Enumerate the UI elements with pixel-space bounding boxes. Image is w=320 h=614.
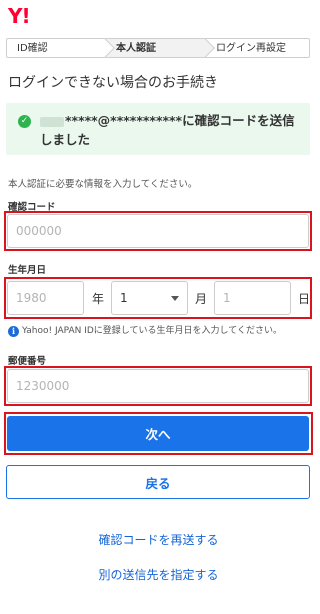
resend-code-link[interactable]: 確認コードを再送する [0, 531, 317, 548]
birth-month-select[interactable]: 1 [111, 281, 188, 315]
step-login-reset: ログイン再設定 [206, 38, 310, 58]
form-description: 本人認証に必要な情報を入力してください。 [8, 179, 198, 190]
birth-day-input[interactable] [214, 281, 291, 315]
next-button[interactable]: 次へ [7, 416, 309, 451]
masked-email-prefix [40, 116, 64, 127]
page-title: ログインできない場合のお手続き [8, 75, 218, 91]
postal-label: 郵便番号 [8, 356, 47, 367]
info-icon: i [8, 326, 19, 337]
birthdate-hint-text: Yahoo! JAPAN IDに登録している生年月日を入力してください。 [22, 326, 282, 336]
step-identity-verification: 本人認証 [106, 38, 215, 58]
caret-down-icon [171, 296, 179, 301]
notice-message: *****@***********に確認コードを送信しました [40, 113, 295, 147]
code-input[interactable] [7, 214, 309, 248]
birth-year-input[interactable] [7, 281, 84, 315]
step-id-confirm: ID確認 [6, 38, 115, 58]
step-label: 本人認証 [116, 43, 156, 54]
step-label: ログイン再設定 [216, 43, 286, 54]
yahoo-logo[interactable]: Y! [8, 6, 31, 26]
month-selected-value: 1 [120, 291, 128, 305]
check-circle-icon: ✓ [18, 115, 31, 128]
year-unit: 年 [92, 292, 105, 306]
month-unit: 月 [195, 292, 208, 306]
success-notice: ✓ *****@***********に確認コードを送信しました [6, 103, 310, 155]
postal-code-input[interactable] [7, 369, 309, 403]
progress-steps: ID確認 本人認証 ログイン再設定 [6, 38, 310, 58]
birthdate-label: 生年月日 [8, 265, 47, 276]
other-destination-link[interactable]: 別の送信先を指定する [0, 566, 317, 583]
step-label: ID確認 [17, 43, 48, 54]
birthdate-hint: i Yahoo! JAPAN IDに登録している生年月日を入力してください。 [8, 325, 282, 337]
back-button[interactable]: 戻る [6, 465, 310, 499]
day-unit: 日 [298, 292, 311, 306]
